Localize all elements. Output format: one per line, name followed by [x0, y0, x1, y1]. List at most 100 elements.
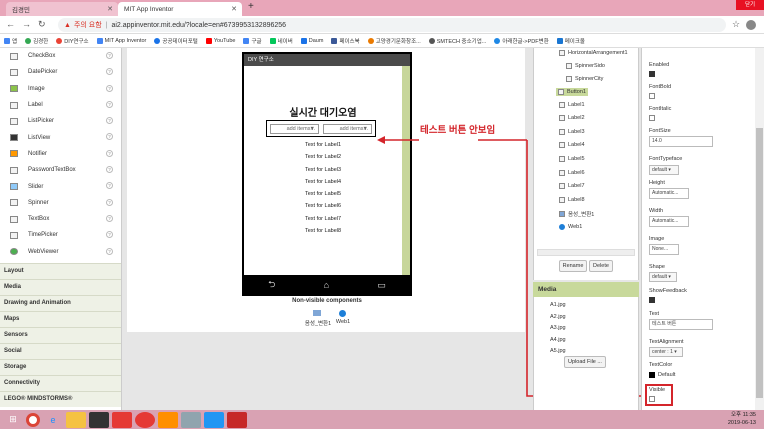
bookmark[interactable]: DIY연구소	[56, 37, 89, 45]
bookmark[interactable]: 고양경기문화창조...	[367, 37, 421, 45]
category-lego[interactable]: LEGO® MINDSTORMS®	[0, 390, 121, 407]
help-icon[interactable]: ?	[106, 149, 113, 157]
horizontal-arrangement[interactable]: add items... ▼ add items... ▼	[266, 120, 376, 137]
bookmark[interactable]: Daum	[300, 37, 323, 44]
help-icon[interactable]: ?	[106, 68, 113, 76]
help-icon[interactable]: ?	[106, 166, 113, 174]
upload-file-button[interactable]: Upload File ...	[564, 356, 606, 368]
prop-text-input[interactable]: 테스트 버튼	[649, 319, 713, 330]
tab-kimkyungmin[interactable]: 김경민 ✕	[6, 2, 118, 16]
app-icon[interactable]	[181, 411, 201, 428]
prop-fonttypeface-select[interactable]: default ▾	[649, 165, 679, 175]
palette-item-passwordtextbox[interactable]: PasswordTextBox?	[0, 162, 121, 178]
spinner-city[interactable]: add items... ▼	[323, 124, 372, 134]
chrome-icon[interactable]	[26, 412, 40, 427]
spinner-sido[interactable]: add items... ▼	[270, 124, 319, 134]
tree-item-label4[interactable]: Label4	[559, 142, 585, 148]
bookmark-apps[interactable]: 앱	[4, 37, 17, 45]
help-icon[interactable]: ?	[106, 231, 113, 239]
bookmark[interactable]: 메이크올	[556, 37, 585, 45]
tab-app-inventor[interactable]: MIT App Inventor ✕	[118, 2, 242, 16]
prop-height-input[interactable]: Automatic...	[649, 188, 689, 199]
category-storage[interactable]: Storage	[0, 358, 121, 375]
help-icon[interactable]: ?	[106, 84, 113, 92]
edge-icon[interactable]: e	[43, 412, 63, 428]
prop-shape-select[interactable]: default ▾	[649, 272, 677, 282]
bookmark[interactable]: 페이스북	[331, 37, 360, 45]
bookmark[interactable]: SMTECH 중소기업...	[428, 37, 486, 45]
tree-item-horizontal-arrangement[interactable]: HorizontalArrangement1	[559, 50, 628, 56]
app-icon[interactable]	[112, 411, 132, 428]
prop-fontsize-input[interactable]: 14.0	[649, 136, 713, 147]
media-file[interactable]: A2.jpg	[550, 314, 566, 320]
bookmark[interactable]: 김경한	[25, 37, 48, 45]
app-icon[interactable]	[158, 411, 178, 428]
tree-item-label6[interactable]: Label6	[559, 170, 585, 176]
prop-textcolor-value[interactable]: Default	[658, 372, 675, 378]
help-icon[interactable]: ?	[106, 214, 113, 222]
color-swatch[interactable]	[649, 372, 655, 378]
tree-item-label1[interactable]: Label1	[559, 102, 585, 108]
tree-item-web1[interactable]: Web1	[559, 224, 582, 230]
bookmark[interactable]: 네이버	[269, 37, 293, 45]
tree-item-tts[interactable]: 음성_변환1	[559, 210, 594, 218]
forward-icon[interactable]: →	[22, 19, 31, 29]
delete-button[interactable]: Delete	[589, 260, 613, 272]
help-icon[interactable]: ?	[106, 198, 113, 206]
tts-icon[interactable]	[313, 310, 321, 316]
heading-label[interactable]: 실시간 대기오염	[244, 104, 402, 119]
bookmark[interactable]: YouTube	[205, 37, 235, 44]
tree-item-spinner-city[interactable]: SpinnerCity	[566, 76, 603, 82]
palette-item-listpicker[interactable]: ListPicker?	[0, 113, 121, 129]
app-icon[interactable]	[89, 411, 109, 428]
app-icon[interactable]	[227, 411, 247, 428]
category-layout[interactable]: Layout	[0, 262, 121, 279]
prop-visible-checkbox[interactable]	[649, 396, 655, 402]
prop-fontbold-checkbox[interactable]	[649, 93, 655, 99]
help-icon[interactable]: ?	[106, 247, 113, 255]
bookmark[interactable]: 구글	[243, 37, 262, 45]
tree-item-label3[interactable]: Label3	[559, 129, 585, 135]
palette-item-label[interactable]: Label?	[0, 97, 121, 113]
media-file[interactable]: A5.jpg	[550, 348, 566, 354]
back-icon[interactable]: ←	[6, 19, 15, 29]
help-icon[interactable]: ?	[106, 117, 113, 125]
tree-hscrollbar[interactable]	[537, 249, 635, 256]
folder-icon[interactable]	[66, 411, 86, 428]
prop-image-input[interactable]: None...	[649, 244, 679, 255]
tree-item-button1[interactable]: Button1	[556, 88, 588, 96]
category-drawing-animation[interactable]: Drawing and Animation	[0, 294, 121, 311]
prop-showfeedback-checkbox[interactable]	[649, 297, 655, 303]
palette-item-spinner[interactable]: Spinner?	[0, 195, 121, 211]
rename-button[interactable]: Rename	[559, 260, 587, 272]
tree-item-label7[interactable]: Label7	[559, 183, 585, 189]
category-maps[interactable]: Maps	[0, 310, 121, 327]
tree-item-spinner-sido[interactable]: SpinnerSido	[566, 63, 605, 69]
web-icon[interactable]	[339, 310, 346, 317]
palette-item-datepicker[interactable]: DatePicker?	[0, 64, 121, 80]
media-file[interactable]: A3.jpg	[550, 325, 566, 331]
palette-item-textbox[interactable]: TextBox?	[0, 211, 121, 227]
prop-enabled-checkbox[interactable]	[649, 71, 655, 77]
nonvisible-web[interactable]: Web1	[332, 319, 354, 325]
palette-item-listview[interactable]: ListView?	[0, 129, 121, 145]
palette-item-image[interactable]: Image?	[0, 81, 121, 97]
palette-item-timepicker[interactable]: TimePicker?	[0, 227, 121, 243]
reload-icon[interactable]: ↻	[38, 19, 46, 30]
palette-item-checkbox[interactable]: CheckBox?	[0, 48, 121, 64]
bookmark[interactable]: MIT App Inventor	[96, 37, 146, 44]
help-icon[interactable]: ?	[106, 133, 113, 141]
nonvisible-tts[interactable]: 음성_변환1	[300, 319, 336, 327]
media-file[interactable]: A1.jpg	[550, 302, 566, 308]
star-icon[interactable]: ☆	[732, 19, 740, 30]
tree-item-label5[interactable]: Label5	[559, 156, 585, 162]
url-field[interactable]: ▲ 주의 요함 | ai2.appinventor.mit.edu/?local…	[58, 18, 726, 32]
help-icon[interactable]: ?	[106, 52, 113, 59]
category-connectivity[interactable]: Connectivity	[0, 374, 121, 391]
close-icon[interactable]: ✕	[107, 5, 113, 13]
media-file[interactable]: A4.jpg	[550, 337, 566, 343]
tree-item-label2[interactable]: Label2	[559, 115, 585, 121]
avatar[interactable]	[746, 20, 756, 30]
app-icon[interactable]	[204, 411, 224, 428]
bookmark[interactable]: 아래한글->PDF변환	[494, 37, 549, 45]
